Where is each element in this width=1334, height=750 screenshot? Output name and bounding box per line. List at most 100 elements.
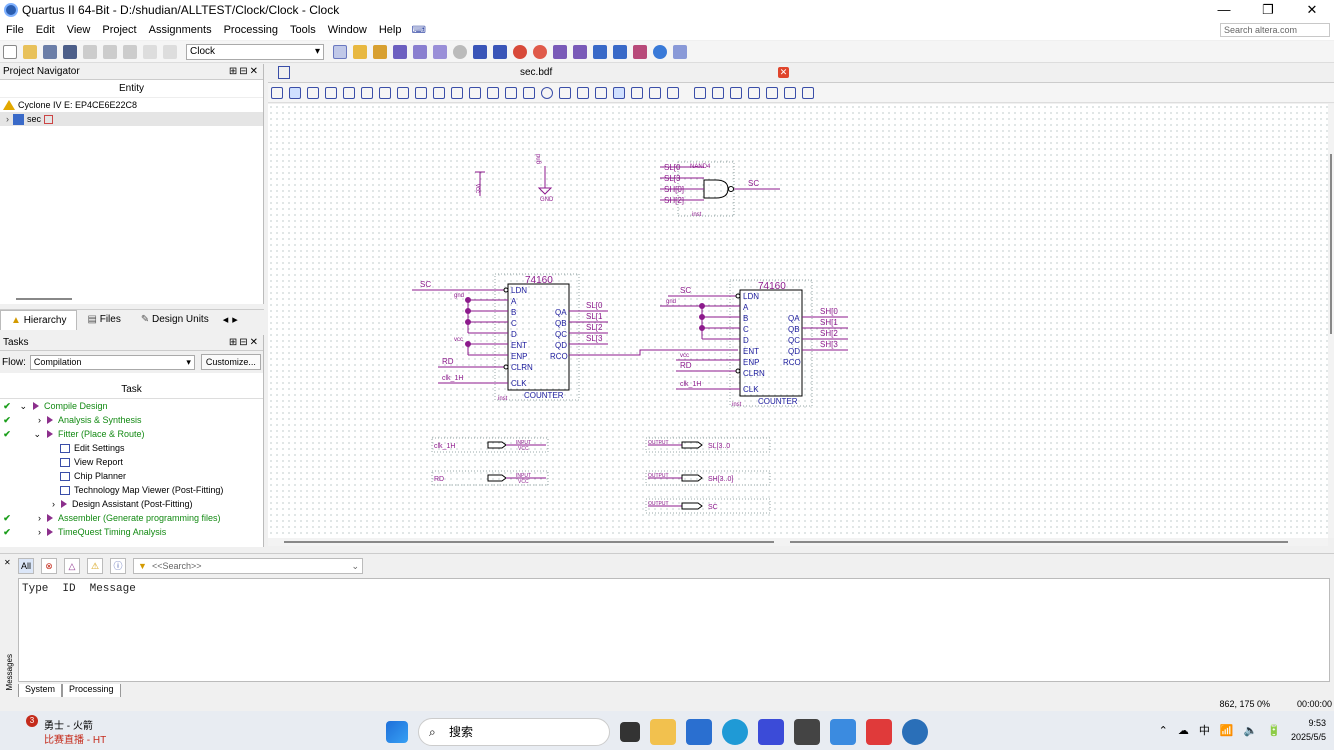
run-task-icon[interactable]	[47, 416, 53, 424]
tray-overflow-icon[interactable]: ⌃	[1159, 724, 1168, 737]
detach-window-icon[interactable]	[271, 86, 283, 99]
store-icon[interactable]	[686, 719, 712, 745]
partial-line-select-icon[interactable]	[613, 86, 625, 99]
task-expander-icon[interactable]: ›	[14, 513, 44, 523]
timing-icon[interactable]	[513, 44, 527, 59]
panel-splitter[interactable]	[16, 298, 72, 300]
new-file-icon[interactable]	[3, 44, 17, 59]
pin-tool-icon[interactable]	[379, 86, 391, 99]
menu-processing[interactable]: Processing	[218, 24, 284, 36]
zoom-tool-icon[interactable]	[307, 86, 319, 99]
error-filter-icon[interactable]: ⊗	[41, 558, 57, 574]
altera-search-input[interactable]: Search altera.com	[1220, 23, 1330, 37]
rubberbanding-icon[interactable]	[595, 86, 607, 99]
run-task-icon[interactable]	[47, 430, 53, 438]
task-expander-icon[interactable]: ›	[14, 415, 44, 425]
schematic-canvas[interactable]: vcc gnd GND NAND4 SC SL[0 SL[3 SH[0] SH[…	[268, 104, 1328, 538]
pin-planner-icon[interactable]	[353, 44, 367, 59]
ime-indicator[interactable]: 中	[1199, 722, 1210, 738]
tab-processing[interactable]: Processing	[62, 684, 121, 698]
menu-tools[interactable]: Tools	[284, 24, 322, 36]
task-row[interactable]: ✔ ⌄ Compile Design	[0, 399, 263, 413]
task-expander-icon[interactable]: ›	[14, 499, 58, 509]
task-row[interactable]: Chip Planner	[0, 469, 263, 483]
info-filter-icon[interactable]: ⓘ	[110, 558, 126, 574]
task-row[interactable]: ✔ › Analysis & Synthesis	[0, 413, 263, 427]
output-pin-sl[interactable]: OUTPUT SL[3..0	[645, 437, 771, 453]
menu-file[interactable]: File	[0, 24, 30, 36]
fitter-icon[interactable]	[493, 44, 507, 59]
stop-icon[interactable]	[453, 44, 467, 59]
paste-doc-icon[interactable]	[766, 86, 778, 99]
system-clock[interactable]: 9:53 2025/5/5	[1291, 716, 1326, 744]
quartus-taskbar-icon[interactable]	[902, 719, 928, 745]
node-tool-icon[interactable]	[469, 86, 481, 99]
panel-buttons[interactable]: ⊞⊟✕	[229, 64, 263, 79]
vcc-symbol[interactable]: vcc	[474, 171, 485, 196]
flip-vertical-icon[interactable]	[649, 86, 661, 99]
battery-icon[interactable]: 🔋	[1267, 724, 1281, 737]
arc-tool-icon[interactable]	[577, 86, 589, 99]
canvas-horizontal-scrollbar[interactable]	[268, 538, 1328, 546]
sopc-icon[interactable]	[633, 44, 647, 59]
help-topic-icon[interactable]: ⌨	[411, 25, 425, 36]
copy-icon[interactable]	[103, 44, 117, 59]
undo-doc-icon[interactable]	[784, 86, 796, 99]
synthesis-icon[interactable]	[433, 44, 447, 59]
windows-start-icon[interactable]	[386, 721, 408, 743]
cut-doc-icon[interactable]	[730, 86, 742, 99]
cut-icon[interactable]	[83, 44, 97, 59]
text-tool-icon[interactable]	[343, 86, 355, 99]
redo-icon[interactable]	[163, 44, 177, 59]
redo-doc-icon[interactable]	[802, 86, 814, 99]
paste-icon[interactable]	[123, 44, 137, 59]
compile-icon[interactable]	[393, 44, 407, 59]
save-icon[interactable]	[43, 44, 57, 59]
close-button[interactable]: ✕	[1290, 0, 1334, 20]
orthogonal-bus-icon[interactable]	[433, 86, 445, 99]
task-row[interactable]: ✔ ⌄ Fitter (Place & Route)	[0, 427, 263, 441]
chevron-right-icon[interactable]: ›	[6, 114, 9, 124]
start-compilation-icon[interactable]	[473, 44, 487, 59]
print-icon[interactable]	[712, 86, 724, 99]
close-tab-icon[interactable]: ✕	[778, 67, 789, 78]
task-row[interactable]: ✔ › TimeQuest Timing Analysis	[0, 525, 263, 539]
tab-hierarchy[interactable]: ▲ Hierarchy	[0, 309, 78, 330]
menu-assignments[interactable]: Assignments	[143, 24, 218, 36]
menu-help[interactable]: Help	[373, 24, 408, 36]
cloud-icon[interactable]: ☁	[1178, 724, 1189, 737]
task-expander-icon[interactable]: ›	[14, 527, 44, 537]
save-all-icon[interactable]	[63, 44, 77, 59]
minimize-button[interactable]: —	[1202, 0, 1246, 20]
conduit-tool-icon[interactable]	[451, 86, 463, 99]
task-view-icon[interactable]	[620, 722, 640, 742]
symbol-tool-icon[interactable]	[361, 86, 373, 99]
run-task-icon[interactable]	[33, 402, 39, 410]
help-icon[interactable]	[653, 44, 667, 59]
analysis-icon[interactable]	[413, 44, 427, 59]
chevron-down-icon[interactable]: ⌄	[351, 559, 359, 573]
programmer-icon[interactable]	[593, 44, 607, 59]
rectangle-tool-icon[interactable]	[523, 86, 535, 99]
rtl-viewer-icon[interactable]	[553, 44, 567, 59]
app-icon-1[interactable]	[758, 719, 784, 745]
bus-tool-icon[interactable]	[487, 86, 499, 99]
task-row[interactable]: View Report	[0, 455, 263, 469]
device-row[interactable]: Cyclone IV E: EP4CE6E22C8	[0, 98, 263, 112]
warning-filter-icon[interactable]: ⚠	[87, 558, 103, 574]
volume-icon[interactable]: 🔈	[1244, 724, 1258, 737]
tab-system[interactable]: System	[18, 684, 63, 698]
assignment-editor-icon[interactable]	[333, 44, 347, 59]
run-task-icon[interactable]	[47, 528, 53, 536]
wps-icon[interactable]	[866, 719, 892, 745]
task-row[interactable]: Edit Settings	[0, 441, 263, 455]
gnd-symbol[interactable]: gnd GND	[536, 154, 554, 203]
flip-horizontal-icon[interactable]	[631, 86, 643, 99]
task-row[interactable]: › Design Assistant (Post-Fitting)	[0, 497, 263, 511]
wifi-icon[interactable]: 📶	[1220, 724, 1234, 737]
menu-project[interactable]: Project	[96, 24, 142, 36]
undo-icon[interactable]	[143, 44, 157, 59]
run-task-icon[interactable]	[47, 514, 53, 522]
file-explorer-icon[interactable]	[650, 719, 676, 745]
revision-dropdown[interactable]: Clock ▾	[186, 43, 324, 60]
